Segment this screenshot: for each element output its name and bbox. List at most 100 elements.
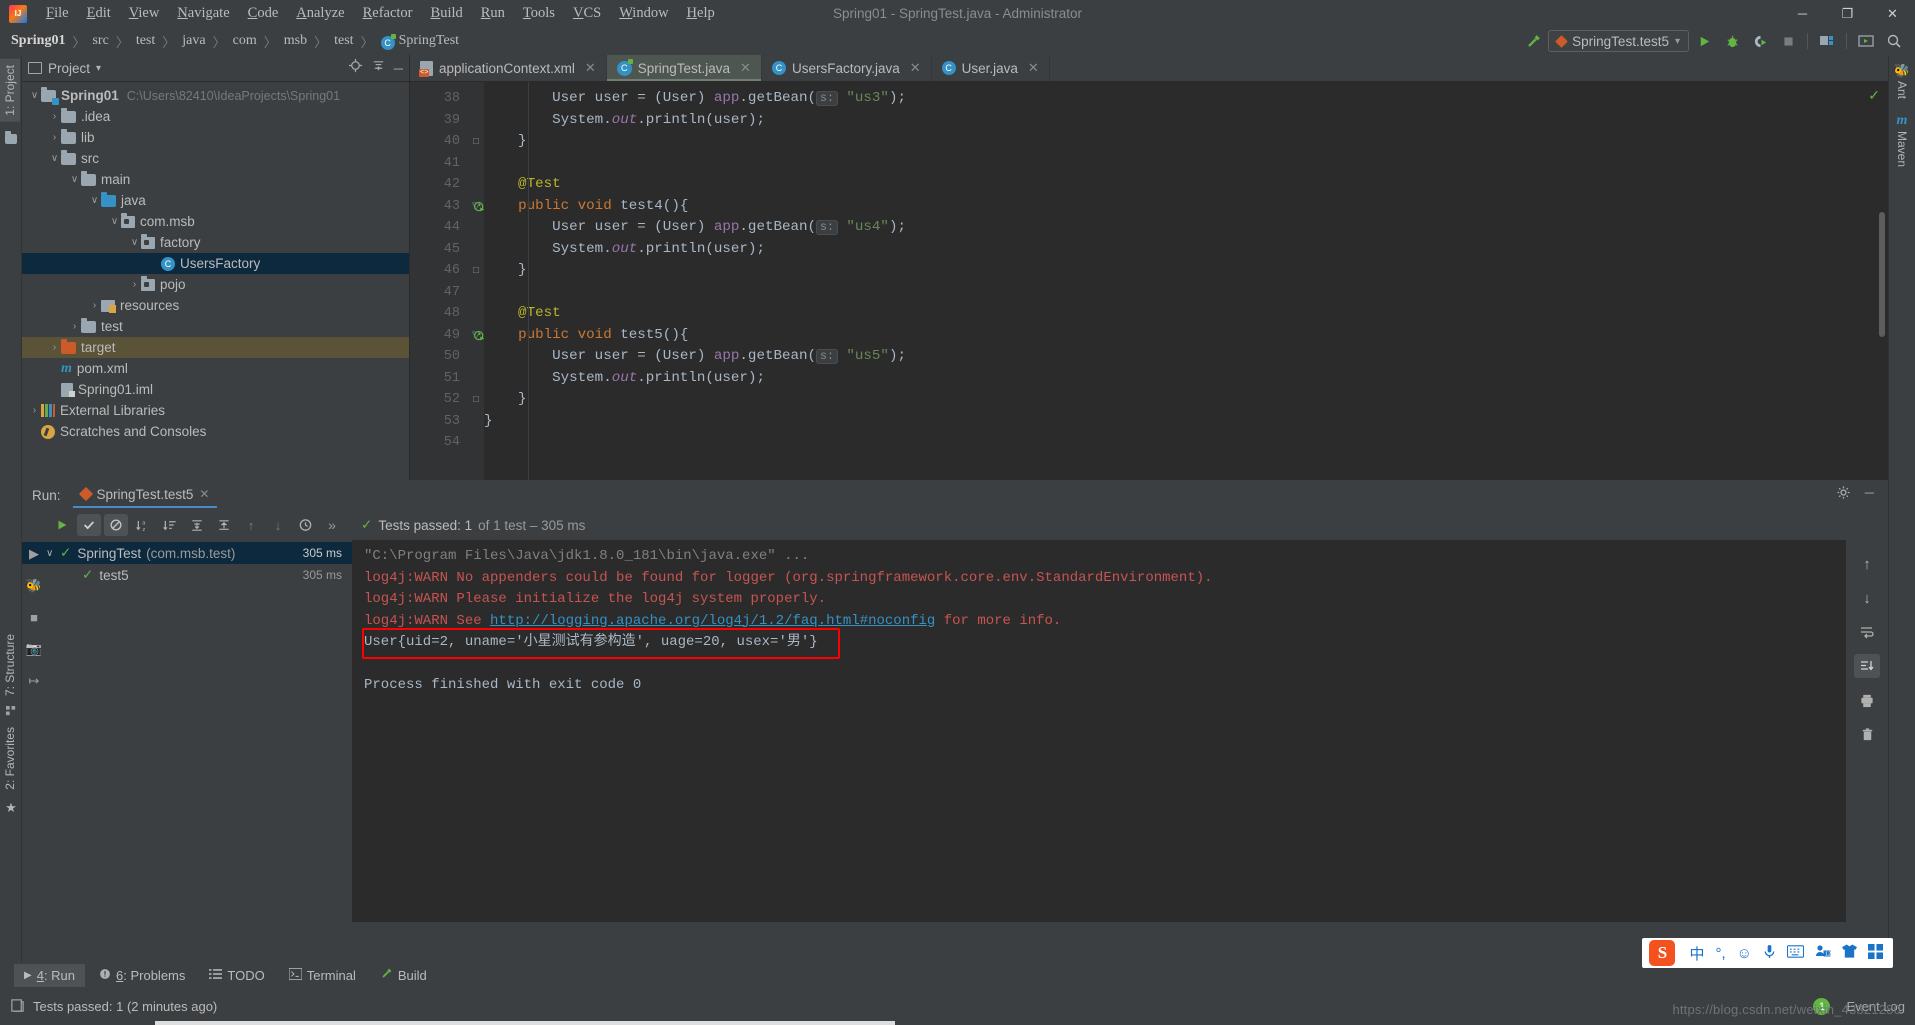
editor-tab-user-java[interactable]: C User.java ✕ <box>932 55 1050 81</box>
chevron-icon[interactable]: › <box>48 132 61 143</box>
tree-node-com-msb[interactable]: ∨ com.msb <box>22 211 409 232</box>
code-fold-marker[interactable]: □ <box>468 131 484 153</box>
test-results-tree[interactable]: ∨ ✓ SpringTest (com.msb.test) 305 ms ✓ test5 30… <box>22 540 352 922</box>
next-failed-test-button[interactable]: ↓ <box>266 514 290 536</box>
ime-item-☺[interactable]: ☺ <box>1737 945 1752 962</box>
tree-node-pojo[interactable]: › pojo <box>22 274 409 295</box>
tree-node-src[interactable]: ∨ src <box>22 148 409 169</box>
test-row-test5[interactable]: ✓ test5 305 ms <box>22 564 352 586</box>
tree-node-factory[interactable]: ∨ factory <box>22 232 409 253</box>
chevron-icon[interactable]: › <box>48 342 61 353</box>
breadcrumb-item-java[interactable]: java <box>179 32 208 50</box>
ime-toolbar[interactable]: S 中 °, ☺ 12 <box>1642 938 1893 968</box>
tree-node-main[interactable]: ∨ main <box>22 169 409 190</box>
close-icon[interactable]: ✕ <box>1028 60 1039 76</box>
chevron-down-icon[interactable]: ▾ <box>96 63 101 74</box>
chevron-icon[interactable]: › <box>68 321 81 332</box>
console-output[interactable]: "C:\Program Files\Java\jdk1.8.0_181\bin\… <box>352 540 1846 922</box>
bottom-tab-terminal[interactable]: Terminal <box>279 964 366 987</box>
camera-icon[interactable]: 📷 <box>26 641 42 657</box>
tree-node-external-libraries[interactable]: › External Libraries <box>22 400 409 421</box>
tree-node-pom-xml[interactable]: m pom.xml <box>22 358 409 379</box>
chevron-icon[interactable]: ∨ <box>88 195 101 206</box>
scroll-up-button[interactable]: ↑ <box>1854 552 1880 576</box>
breadcrumb-item-test[interactable]: test <box>331 32 356 50</box>
scroll-to-end-icon[interactable] <box>1854 654 1880 678</box>
breadcrumb-item-springtest[interactable]: C SpringTest <box>378 32 462 50</box>
gear-icon[interactable] <box>1836 485 1851 505</box>
window-controls[interactable]: ─ ❐ ✕ <box>1780 0 1915 27</box>
prev-failed-test-button[interactable]: ↑ <box>239 514 263 536</box>
tree-node--idea[interactable]: › .idea <box>22 106 409 127</box>
close-button[interactable]: ✕ <box>1870 0 1915 27</box>
hammer-icon[interactable] <box>1520 29 1546 53</box>
chevron-icon[interactable]: › <box>88 300 101 311</box>
tree-node-scratches-and-consoles[interactable]: Scratches and Consoles <box>22 421 409 442</box>
breadcrumb-item-src[interactable]: src <box>89 32 111 50</box>
search-icon[interactable] <box>1881 29 1907 53</box>
hide-panel-button[interactable]: ─ <box>394 61 403 76</box>
project-tree[interactable]: ∨ Spring01 C:\Users\82410\IdeaProjects\Spr… <box>22 82 409 442</box>
stop-button[interactable] <box>1775 29 1801 53</box>
soft-wrap-icon[interactable] <box>1854 620 1880 644</box>
test-row-springtest[interactable]: ∨ ✓ SpringTest (com.msb.test) 305 ms <box>22 542 352 564</box>
apps-grid-icon[interactable] <box>1868 943 1883 963</box>
sidebar-item-project[interactable]: 1: Project <box>0 59 20 122</box>
tree-node-target[interactable]: › target <box>22 337 409 358</box>
chevron-icon[interactable]: › <box>128 279 141 290</box>
chevron-icon[interactable]: › <box>28 405 41 416</box>
locate-icon[interactable] <box>348 58 363 78</box>
show-ignored-toggle[interactable] <box>104 514 128 536</box>
expand-all-icon[interactable] <box>185 514 209 536</box>
close-icon[interactable]: ✕ <box>740 60 751 76</box>
show-passed-toggle[interactable] <box>77 514 101 536</box>
run-configuration-selector[interactable]: SpringTest.test5 ▾ <box>1548 30 1689 52</box>
editor-tab-applicationcontext-xml[interactable]: applicationContext.xml ✕ <box>410 55 607 81</box>
maximize-button[interactable]: ❐ <box>1825 0 1870 27</box>
sort-by-duration-icon[interactable] <box>158 514 182 536</box>
code-editor[interactable]: 38 39 40 41 42 43 44 45 46 47 48 49 50 51 52 53 54 □ ▽ □ ▽ □… <box>410 82 1888 480</box>
hide-run-window-button[interactable]: ─ <box>1865 485 1874 505</box>
sogou-logo-icon[interactable]: S <box>1649 940 1676 966</box>
chevron-down-icon[interactable]: ▾ <box>1675 36 1680 47</box>
ime-item-中[interactable]: 中 <box>1689 943 1704 964</box>
debug-bug-icon[interactable] <box>1719 29 1745 53</box>
sidebar-item-ant[interactable]: 🐝 Ant <box>1889 59 1915 103</box>
keyboard-icon[interactable] <box>1786 944 1805 962</box>
skin-icon[interactable] <box>1842 944 1857 962</box>
editor-tabs[interactable]: applicationContext.xml✕CSpringTest.java✕… <box>410 55 1888 82</box>
minimize-button[interactable]: ─ <box>1780 0 1825 27</box>
console-link[interactable]: http://logging.apache.org/log4j/1.2/faq.… <box>490 613 935 629</box>
menu-item-tools[interactable]: Tools <box>514 2 564 25</box>
print-icon[interactable] <box>1854 688 1880 712</box>
chevron-icon[interactable]: ∨ <box>28 90 41 101</box>
more-actions-button[interactable]: » <box>320 514 344 536</box>
sidebar-item-favorites[interactable]: 2: Favorites <box>0 721 20 796</box>
tree-node-test[interactable]: › test <box>22 316 409 337</box>
screen-icon[interactable] <box>1853 29 1879 53</box>
editor-scrollbar[interactable] <box>1879 212 1885 337</box>
trash-icon[interactable] <box>1854 722 1880 746</box>
console-side-toolbar[interactable]: ↑ ↓ <box>1846 540 1888 922</box>
breadcrumb-item-test[interactable]: test <box>133 32 158 50</box>
sidebar-item-structure[interactable]: 7: Structure <box>0 628 20 702</box>
code-fold-marker[interactable]: □ <box>468 260 484 282</box>
run-button[interactable] <box>1691 29 1717 53</box>
editor-tab-usersfactory-java[interactable]: C UsersFactory.java ✕ <box>762 55 932 81</box>
breadcrumb-item-com[interactable]: com <box>230 32 260 50</box>
bottom-tab-todo[interactable]: TODO <box>199 964 274 987</box>
bottom-tab-problems[interactable]: 6: Problems <box>89 964 195 987</box>
collapse-all-icon[interactable] <box>212 514 236 536</box>
breadcrumb-item-msb[interactable]: msb <box>281 32 310 50</box>
stop-icon[interactable]: ■ <box>30 610 38 625</box>
editor-tab-springtest-java[interactable]: C SpringTest.java ✕ <box>606 55 762 81</box>
menu-item-refactor[interactable]: Refactor <box>354 2 422 25</box>
code-folding-gutter[interactable]: □ ▽ □ ▽ □ <box>468 82 484 480</box>
tree-node-lib[interactable]: › lib <box>22 127 409 148</box>
chevron-icon[interactable]: ∨ <box>46 548 60 559</box>
menu-item-edit[interactable]: Edit <box>78 2 120 25</box>
sidebar-item-maven[interactable]: m Maven <box>1889 109 1915 171</box>
menu-item-file[interactable]: File <box>37 2 78 25</box>
collapse-all-icon[interactable] <box>371 58 386 78</box>
export-icon[interactable]: ↦ <box>29 673 40 689</box>
